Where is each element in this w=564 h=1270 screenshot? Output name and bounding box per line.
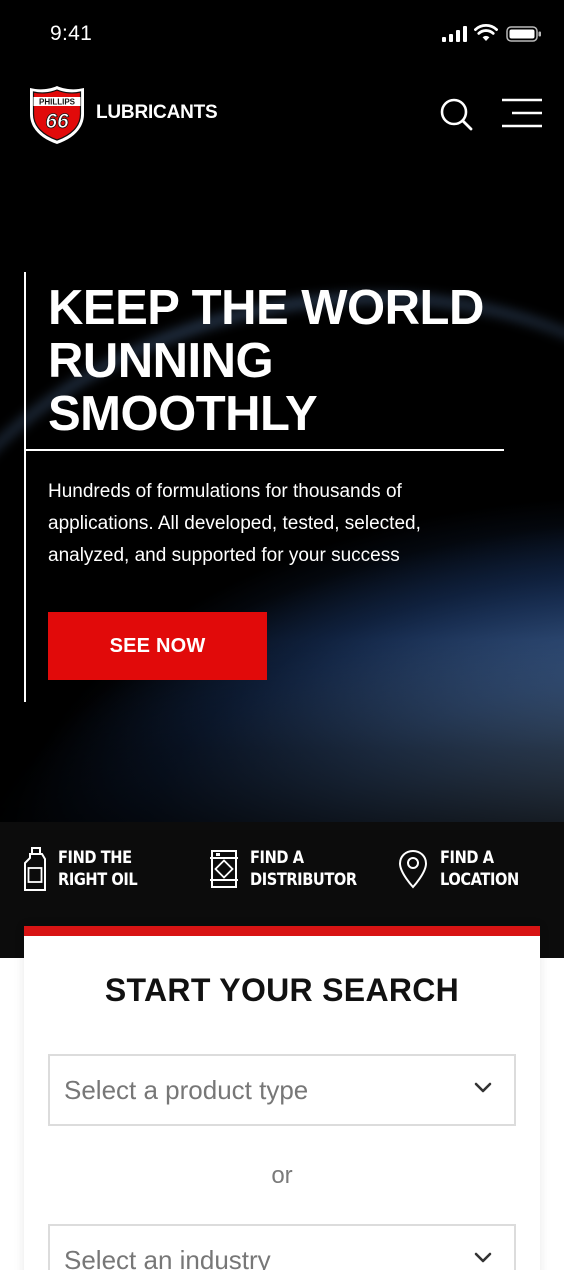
battery-icon bbox=[506, 26, 541, 42]
hero-horizontal-rule bbox=[24, 449, 504, 451]
logo-top-text: PHILLIPS bbox=[39, 98, 76, 107]
industry-placeholder: Select an industry bbox=[64, 1244, 271, 1270]
find-right-oil-label: FIND THE RIGHT OIL bbox=[58, 848, 138, 890]
barrel-icon bbox=[210, 850, 238, 888]
wifi-icon bbox=[474, 24, 498, 41]
hero-section: 9:41 PHILLIPS 66 LUBRICANTS KEEP THE WOR… bbox=[0, 0, 564, 822]
hero-subtitle: Hundreds of formulations for thousands o… bbox=[48, 481, 421, 566]
hero-title-line: RUNNING bbox=[48, 334, 274, 388]
logo-number: 66 bbox=[45, 110, 69, 133]
or-divider-text: or bbox=[271, 1162, 293, 1189]
search-title-regular: START YOUR bbox=[104, 972, 323, 1008]
map-pin-icon bbox=[398, 849, 428, 889]
hero-title: KEEP THE WORLD RUNNING SMOOTHLY bbox=[48, 282, 538, 441]
industry-select[interactable]: Select an industry bbox=[48, 1224, 516, 1270]
find-location-link[interactable]: FIND A LOCATION bbox=[398, 844, 532, 894]
product-type-placeholder: Select a product type bbox=[64, 1074, 309, 1105]
phillips-66-logo[interactable]: PHILLIPS 66 bbox=[26, 84, 88, 146]
status-time: 9:41 bbox=[50, 22, 93, 45]
find-distributor-label: FIND A DISTRIBUTOR bbox=[250, 848, 357, 890]
find-location-label: FIND A LOCATION bbox=[440, 848, 519, 890]
hero-vertical-rule bbox=[24, 272, 26, 702]
brand-label: LUBRICANTS bbox=[96, 102, 218, 123]
hamburger-menu-icon[interactable] bbox=[502, 98, 542, 128]
find-distributor-link[interactable]: FIND A DISTRIBUTOR bbox=[210, 844, 374, 894]
status-bar: 9:41 bbox=[0, 0, 564, 68]
oil-bottle-icon bbox=[24, 847, 46, 891]
cellular-signal-icon bbox=[442, 26, 467, 42]
search-icon[interactable] bbox=[438, 96, 474, 132]
hero-title-line: SMOOTHLY bbox=[48, 387, 318, 441]
product-type-select[interactable]: Select a product type bbox=[48, 1054, 516, 1126]
search-title-bold: SEARCH bbox=[322, 972, 460, 1008]
search-card-title: START YOUR SEARCH bbox=[24, 972, 540, 1009]
hero-title-line: KEEP THE WORLD bbox=[48, 281, 484, 335]
chevron-down-icon bbox=[474, 1082, 492, 1093]
see-now-button[interactable]: SEE NOW bbox=[48, 612, 267, 680]
find-right-oil-link[interactable]: FIND THE RIGHT OIL bbox=[24, 844, 150, 894]
chevron-down-icon bbox=[474, 1252, 492, 1263]
